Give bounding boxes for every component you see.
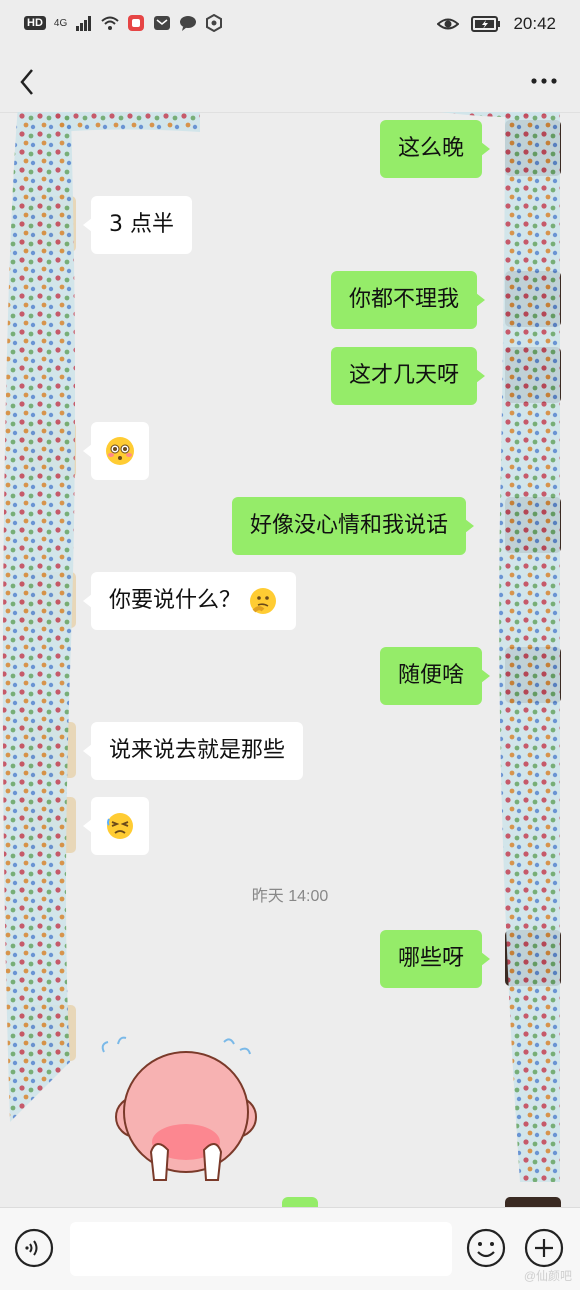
privacy-doodle — [2, 112, 560, 1182]
message-bubble[interactable]: 这才几天呀 — [331, 347, 486, 405]
message-text: 3 点半 — [109, 212, 174, 237]
avatar[interactable] — [20, 196, 76, 252]
flushed-face-emoji — [106, 437, 134, 465]
shy-pink-character-sticker[interactable] — [96, 1022, 266, 1182]
message-bubble[interactable]: 这么晚 — [380, 120, 491, 178]
message-text: 说来说去就是那些 — [109, 738, 286, 763]
message-text: 这么晚 — [398, 136, 465, 161]
avatar[interactable] — [505, 497, 561, 553]
mail-icon — [154, 16, 171, 30]
message-text: 这才几天呀 — [349, 363, 460, 388]
emoji-icon[interactable] — [466, 1228, 506, 1268]
clock: 20:42 — [513, 14, 556, 33]
avatar[interactable] — [505, 647, 561, 703]
message-text: 你要说什么？ — [109, 588, 242, 613]
avatar[interactable] — [20, 1005, 76, 1061]
message-bubble[interactable] — [83, 797, 149, 855]
message-text: 哪些呀 — [398, 946, 465, 971]
avatar[interactable] — [20, 422, 76, 478]
settings-icon — [206, 14, 223, 32]
chevron-left-icon[interactable] — [16, 66, 40, 98]
avatar[interactable] — [20, 797, 76, 853]
message-bubble[interactable]: 你要说什么？ — [82, 572, 297, 630]
plus-icon[interactable] — [524, 1228, 564, 1268]
chat-header — [0, 52, 580, 113]
message-bubble[interactable] — [282, 1197, 318, 1207]
hd-badge: HD — [24, 16, 46, 30]
message-input[interactable] — [70, 1222, 452, 1276]
voice-icon[interactable] — [14, 1228, 54, 1268]
battery-icon — [471, 16, 501, 32]
chat-area[interactable]: 这么晚 3 点半 你都不理我 这才几天呀 好像没心情和我说话 你要说什么？ 随便… — [0, 112, 580, 1207]
eye-icon — [437, 18, 460, 30]
message-bubble[interactable]: 好像没心情和我说话 — [232, 497, 475, 555]
avatar[interactable] — [20, 572, 76, 628]
avatar[interactable] — [505, 120, 561, 176]
message-bubble[interactable]: 哪些呀 — [380, 930, 491, 988]
message-bubble[interactable]: 3 点半 — [83, 196, 192, 254]
message-text: 随便啥 — [398, 663, 465, 688]
thinking-face-emoji — [250, 588, 277, 614]
avatar[interactable] — [505, 347, 561, 403]
persevering-face-emoji — [107, 813, 133, 839]
message-bubble[interactable]: 随便啥 — [380, 647, 491, 705]
chat-icon — [180, 16, 197, 31]
message-text: 你都不理我 — [349, 287, 460, 312]
signal-icon — [76, 16, 92, 31]
avatar[interactable] — [505, 271, 561, 327]
status-bar: HD 4G 20:42 — [0, 0, 580, 52]
avatar[interactable] — [505, 1197, 561, 1207]
message-text: 好像没心情和我说话 — [250, 513, 449, 538]
message-bubble[interactable]: 你都不理我 — [331, 271, 486, 329]
watermark: @仙颜吧 — [523, 1269, 572, 1283]
avatar[interactable] — [505, 930, 561, 986]
message-bubble[interactable]: 说来说去就是那些 — [82, 722, 304, 780]
app-icon — [128, 15, 145, 31]
input-bar: @仙颜吧 — [0, 1207, 580, 1290]
network-label: 4G — [53, 17, 68, 29]
message-bubble[interactable] — [83, 422, 149, 480]
more-icon[interactable] — [528, 66, 560, 96]
timestamp: 昨天 14:00 — [251, 888, 329, 905]
wifi-icon — [101, 16, 119, 30]
avatar[interactable] — [20, 722, 76, 778]
